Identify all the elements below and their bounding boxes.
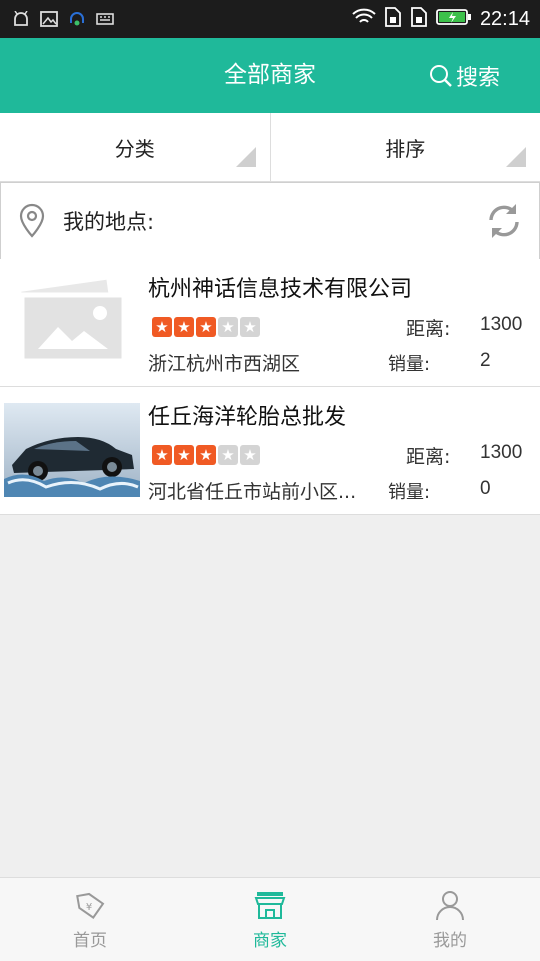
- home-tag-icon: ¥: [73, 888, 107, 922]
- dropdown-corner-icon: [236, 147, 256, 167]
- star-empty-icon: ★: [240, 445, 260, 465]
- sales-label: 销量:: [388, 350, 430, 376]
- rating-stars: ★ ★ ★ ★ ★: [152, 317, 260, 337]
- sales-value: 2: [480, 350, 491, 372]
- search-icon: [428, 63, 454, 89]
- keyboard-icon: [96, 11, 114, 27]
- clock: 22:14: [480, 8, 530, 31]
- bottom-tab-bar: ¥ 首页 商家 我的: [0, 877, 540, 961]
- merchant-address: 河北省任丘市站前小区...: [148, 477, 376, 504]
- sim2-icon: [410, 7, 428, 31]
- merchant-card[interactable]: 杭州神话信息技术有限公司 ★ ★ ★ ★ ★ 距离: 1300 浙江杭州市西湖区…: [0, 259, 540, 387]
- store-icon: [253, 888, 287, 922]
- star-empty-icon: ★: [240, 317, 260, 337]
- svg-text:¥: ¥: [86, 902, 92, 913]
- star-filled-icon: ★: [174, 445, 194, 465]
- refresh-icon[interactable]: [485, 202, 523, 240]
- placeholder-image-icon: [4, 275, 140, 369]
- tab-merchants[interactable]: 商家: [180, 878, 360, 961]
- my-location-bar: 我的地点:: [0, 182, 540, 260]
- tab-mine-label: 我的: [433, 926, 467, 951]
- sales-value: 0: [480, 478, 491, 500]
- sort-filter[interactable]: 排序: [270, 113, 540, 181]
- category-filter-label: 分类: [115, 133, 155, 162]
- headset-icon: [68, 11, 86, 27]
- car-photo: [4, 403, 140, 497]
- star-empty-icon: ★: [218, 317, 238, 337]
- merchant-list: 杭州神话信息技术有限公司 ★ ★ ★ ★ ★ 距离: 1300 浙江杭州市西湖区…: [0, 259, 540, 515]
- star-empty-icon: ★: [218, 445, 238, 465]
- status-bar: 22:14: [0, 0, 540, 38]
- sim1-icon: [384, 7, 402, 31]
- distance-value: 1300: [480, 442, 522, 464]
- tab-mine[interactable]: 我的: [360, 878, 540, 961]
- search-button[interactable]: 搜索: [428, 38, 500, 113]
- battery-charging-icon: [436, 8, 472, 30]
- merchant-name: 任丘海洋轮胎总批发: [148, 399, 346, 431]
- search-label: 搜索: [456, 60, 500, 92]
- sales-label: 销量:: [388, 478, 430, 504]
- distance-label: 距离:: [406, 442, 450, 469]
- sort-filter-label: 排序: [385, 133, 425, 162]
- tab-home-label: 首页: [73, 926, 107, 951]
- image-icon: [40, 11, 58, 27]
- android-debug-icon: [12, 11, 30, 27]
- wifi-icon: [352, 8, 376, 30]
- my-location-label: 我的地点:: [63, 206, 154, 236]
- title-bar: 全部商家 搜索: [0, 38, 540, 113]
- dropdown-corner-icon: [506, 147, 526, 167]
- distance-label: 距离:: [406, 314, 450, 341]
- person-icon: [433, 888, 467, 922]
- star-filled-icon: ★: [152, 445, 172, 465]
- rating-stars: ★ ★ ★ ★ ★: [152, 445, 260, 465]
- star-filled-icon: ★: [196, 445, 216, 465]
- filter-bar: 分类 排序: [0, 113, 540, 182]
- tab-merchants-label: 商家: [253, 926, 287, 951]
- merchant-card[interactable]: 任丘海洋轮胎总批发 ★ ★ ★ ★ ★ 距离: 1300 河北省任丘市站前小区.…: [0, 387, 540, 515]
- star-filled-icon: ★: [174, 317, 194, 337]
- tab-home[interactable]: ¥ 首页: [0, 878, 180, 961]
- category-filter[interactable]: 分类: [0, 113, 270, 181]
- location-pin-icon: [17, 203, 47, 239]
- merchant-address: 浙江杭州市西湖区: [148, 349, 376, 376]
- merchant-name: 杭州神话信息技术有限公司: [148, 271, 412, 303]
- star-filled-icon: ★: [152, 317, 172, 337]
- distance-value: 1300: [480, 314, 522, 336]
- star-filled-icon: ★: [196, 317, 216, 337]
